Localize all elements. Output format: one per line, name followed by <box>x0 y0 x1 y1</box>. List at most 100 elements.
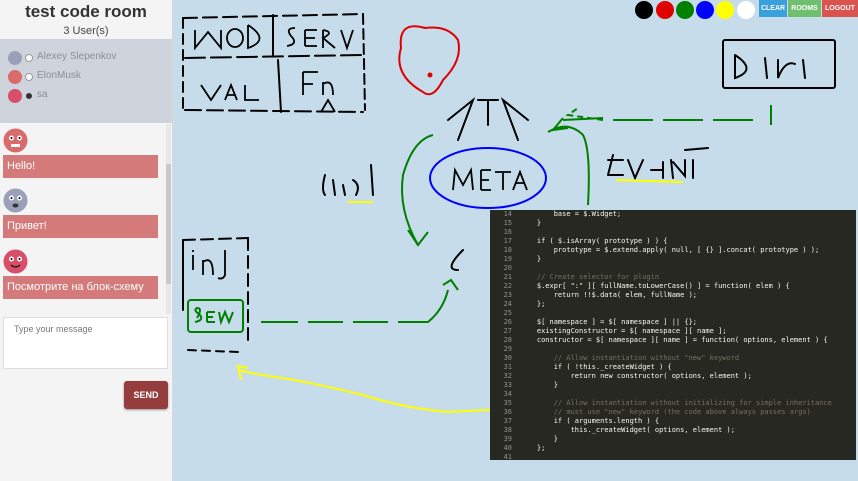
offline-status-icon <box>25 54 33 62</box>
color-red-swatch[interactable] <box>656 1 674 19</box>
code-line: 37 if ( arguments.length ) { <box>490 417 856 426</box>
code-line: 25 <box>490 309 856 318</box>
user-list: Alexey Slepenkov ElonMusk sa <box>0 39 172 123</box>
code-line: 29 <box>490 345 856 354</box>
user-name: sa <box>37 89 48 100</box>
code-line: 40 }; <box>490 444 856 453</box>
user-name: ElonMusk <box>37 70 81 81</box>
code-text: prototype = $.extend.apply( null, [ {} ]… <box>520 246 820 254</box>
user-item[interactable]: Alexey Slepenkov <box>8 50 168 66</box>
rooms-button[interactable]: ROOMS <box>788 0 821 17</box>
line-number: 20 <box>503 264 512 272</box>
line-number: 18 <box>503 246 512 254</box>
code-line: 17 if ( $.isArray( prototype ) ) { <box>490 237 856 246</box>
chat-messages: Hello! Привет! Посмотрите на блок-схему <box>0 124 166 314</box>
line-number: 25 <box>503 309 512 317</box>
line-number: 21 <box>503 273 512 281</box>
code-text: $[ namespace ] = $[ namespace ] || {}; <box>520 318 698 326</box>
line-number: 38 <box>503 426 512 434</box>
line-number: 15 <box>503 219 512 227</box>
code-line: 16 <box>490 228 856 237</box>
user-name: Alexey Slepenkov <box>37 51 117 62</box>
code-text: }; <box>520 444 546 452</box>
line-number: 17 <box>503 237 512 245</box>
color-white-swatch[interactable] <box>737 1 755 19</box>
code-text: return new constructor( options, element… <box>520 372 752 380</box>
user-avatar <box>8 51 22 65</box>
message-bubble: Посмотрите на блок-схему <box>3 276 158 299</box>
code-line: 33 } <box>490 381 856 390</box>
code-text: // Create selector for plugin <box>520 273 660 281</box>
color-green-swatch[interactable] <box>676 1 694 19</box>
code-text: // Allow instantiation without initializ… <box>520 399 832 407</box>
code-text: // Allow instantiation without "new" key… <box>520 354 740 362</box>
user-count: 3 User(s) <box>63 25 109 37</box>
chat-sidebar: test code room 3 User(s) Alexey Slepenko… <box>0 0 173 481</box>
color-blue-swatch[interactable] <box>696 1 714 19</box>
line-number: 39 <box>503 435 512 443</box>
line-number: 37 <box>503 417 512 425</box>
code-text: base = $.Widget; <box>520 210 622 218</box>
line-number: 14 <box>503 210 512 218</box>
color-black-swatch[interactable] <box>635 1 653 19</box>
chat-scrollbar[interactable] <box>166 124 171 314</box>
code-text: } <box>520 435 558 443</box>
code-text: constructor = $[ namespace ][ name ] = f… <box>520 336 828 344</box>
code-line: 30 // Allow instantiation without "new" … <box>490 354 856 363</box>
code-text: if ( !this._createWidget ) { <box>520 363 672 371</box>
line-number: 19 <box>503 255 512 263</box>
code-text: $.expr[ ":" ][ fullName.toLowerCase() ] … <box>520 282 790 290</box>
line-number: 16 <box>503 228 512 236</box>
message-input[interactable]: Type your message <box>3 317 168 369</box>
send-button[interactable]: SEND <box>124 381 168 409</box>
code-line: 26 $[ namespace ] = $[ namespace ] || {}… <box>490 318 856 327</box>
offline-status-icon <box>25 73 33 81</box>
code-line: 34 <box>490 390 856 399</box>
code-line: 35 // Allow instantiation without initia… <box>490 399 856 408</box>
code-text: } <box>520 381 558 389</box>
code-line: 18 prototype = $.extend.apply( null, [ {… <box>490 246 856 255</box>
code-editor[interactable]: 14 base = $.Widget; 15 } 16 17 if ( $.is… <box>490 210 856 460</box>
line-number: 24 <box>503 300 512 308</box>
message-bubble: Привет! <box>3 215 158 238</box>
code-line: 36 // must use "new" keyword (the code a… <box>490 408 856 417</box>
code-line: 14 base = $.Widget; <box>490 210 856 219</box>
user-item[interactable]: sa <box>8 88 168 104</box>
scrollbar-thumb[interactable] <box>166 164 171 284</box>
line-number: 34 <box>503 390 512 398</box>
line-number: 28 <box>503 336 512 344</box>
line-number: 40 <box>503 444 512 452</box>
user-avatar <box>8 89 22 103</box>
line-number: 22 <box>503 282 512 290</box>
user-avatar <box>8 70 22 84</box>
avatar <box>3 128 28 153</box>
code-line: 20 <box>490 264 856 273</box>
code-text: }; <box>520 300 546 308</box>
code-text: } <box>520 255 542 263</box>
line-number: 26 <box>503 318 512 326</box>
code-text: this._createWidget( options, element ); <box>520 426 735 434</box>
line-number: 23 <box>503 291 512 299</box>
clear-button[interactable]: CLEAR <box>759 0 787 17</box>
avatar <box>3 249 28 274</box>
color-yellow-swatch[interactable] <box>716 1 734 19</box>
line-number: 36 <box>503 408 512 416</box>
line-number: 31 <box>503 363 512 371</box>
message-bubble: Hello! <box>3 155 158 178</box>
line-number: 41 <box>503 453 512 460</box>
code-line: 39 } <box>490 435 856 444</box>
user-item[interactable]: ElonMusk <box>8 69 168 85</box>
code-text: if ( $.isArray( prototype ) ) { <box>520 237 668 245</box>
code-line: 22 $.expr[ ":" ][ fullName.toLowerCase()… <box>490 282 856 291</box>
avatar <box>3 188 28 213</box>
code-line: 19 } <box>490 255 856 264</box>
code-line: 28 constructor = $[ namespace ][ name ] … <box>490 336 856 345</box>
code-text: } <box>520 219 542 227</box>
line-number: 29 <box>503 345 512 353</box>
code-line: 15 } <box>490 219 856 228</box>
line-number: 32 <box>503 372 512 380</box>
code-text: // must use "new" keyword (the code abov… <box>520 408 811 416</box>
logout-button[interactable]: LOGOUT <box>822 0 858 17</box>
code-line: 24 }; <box>490 300 856 309</box>
line-number: 33 <box>503 381 512 389</box>
